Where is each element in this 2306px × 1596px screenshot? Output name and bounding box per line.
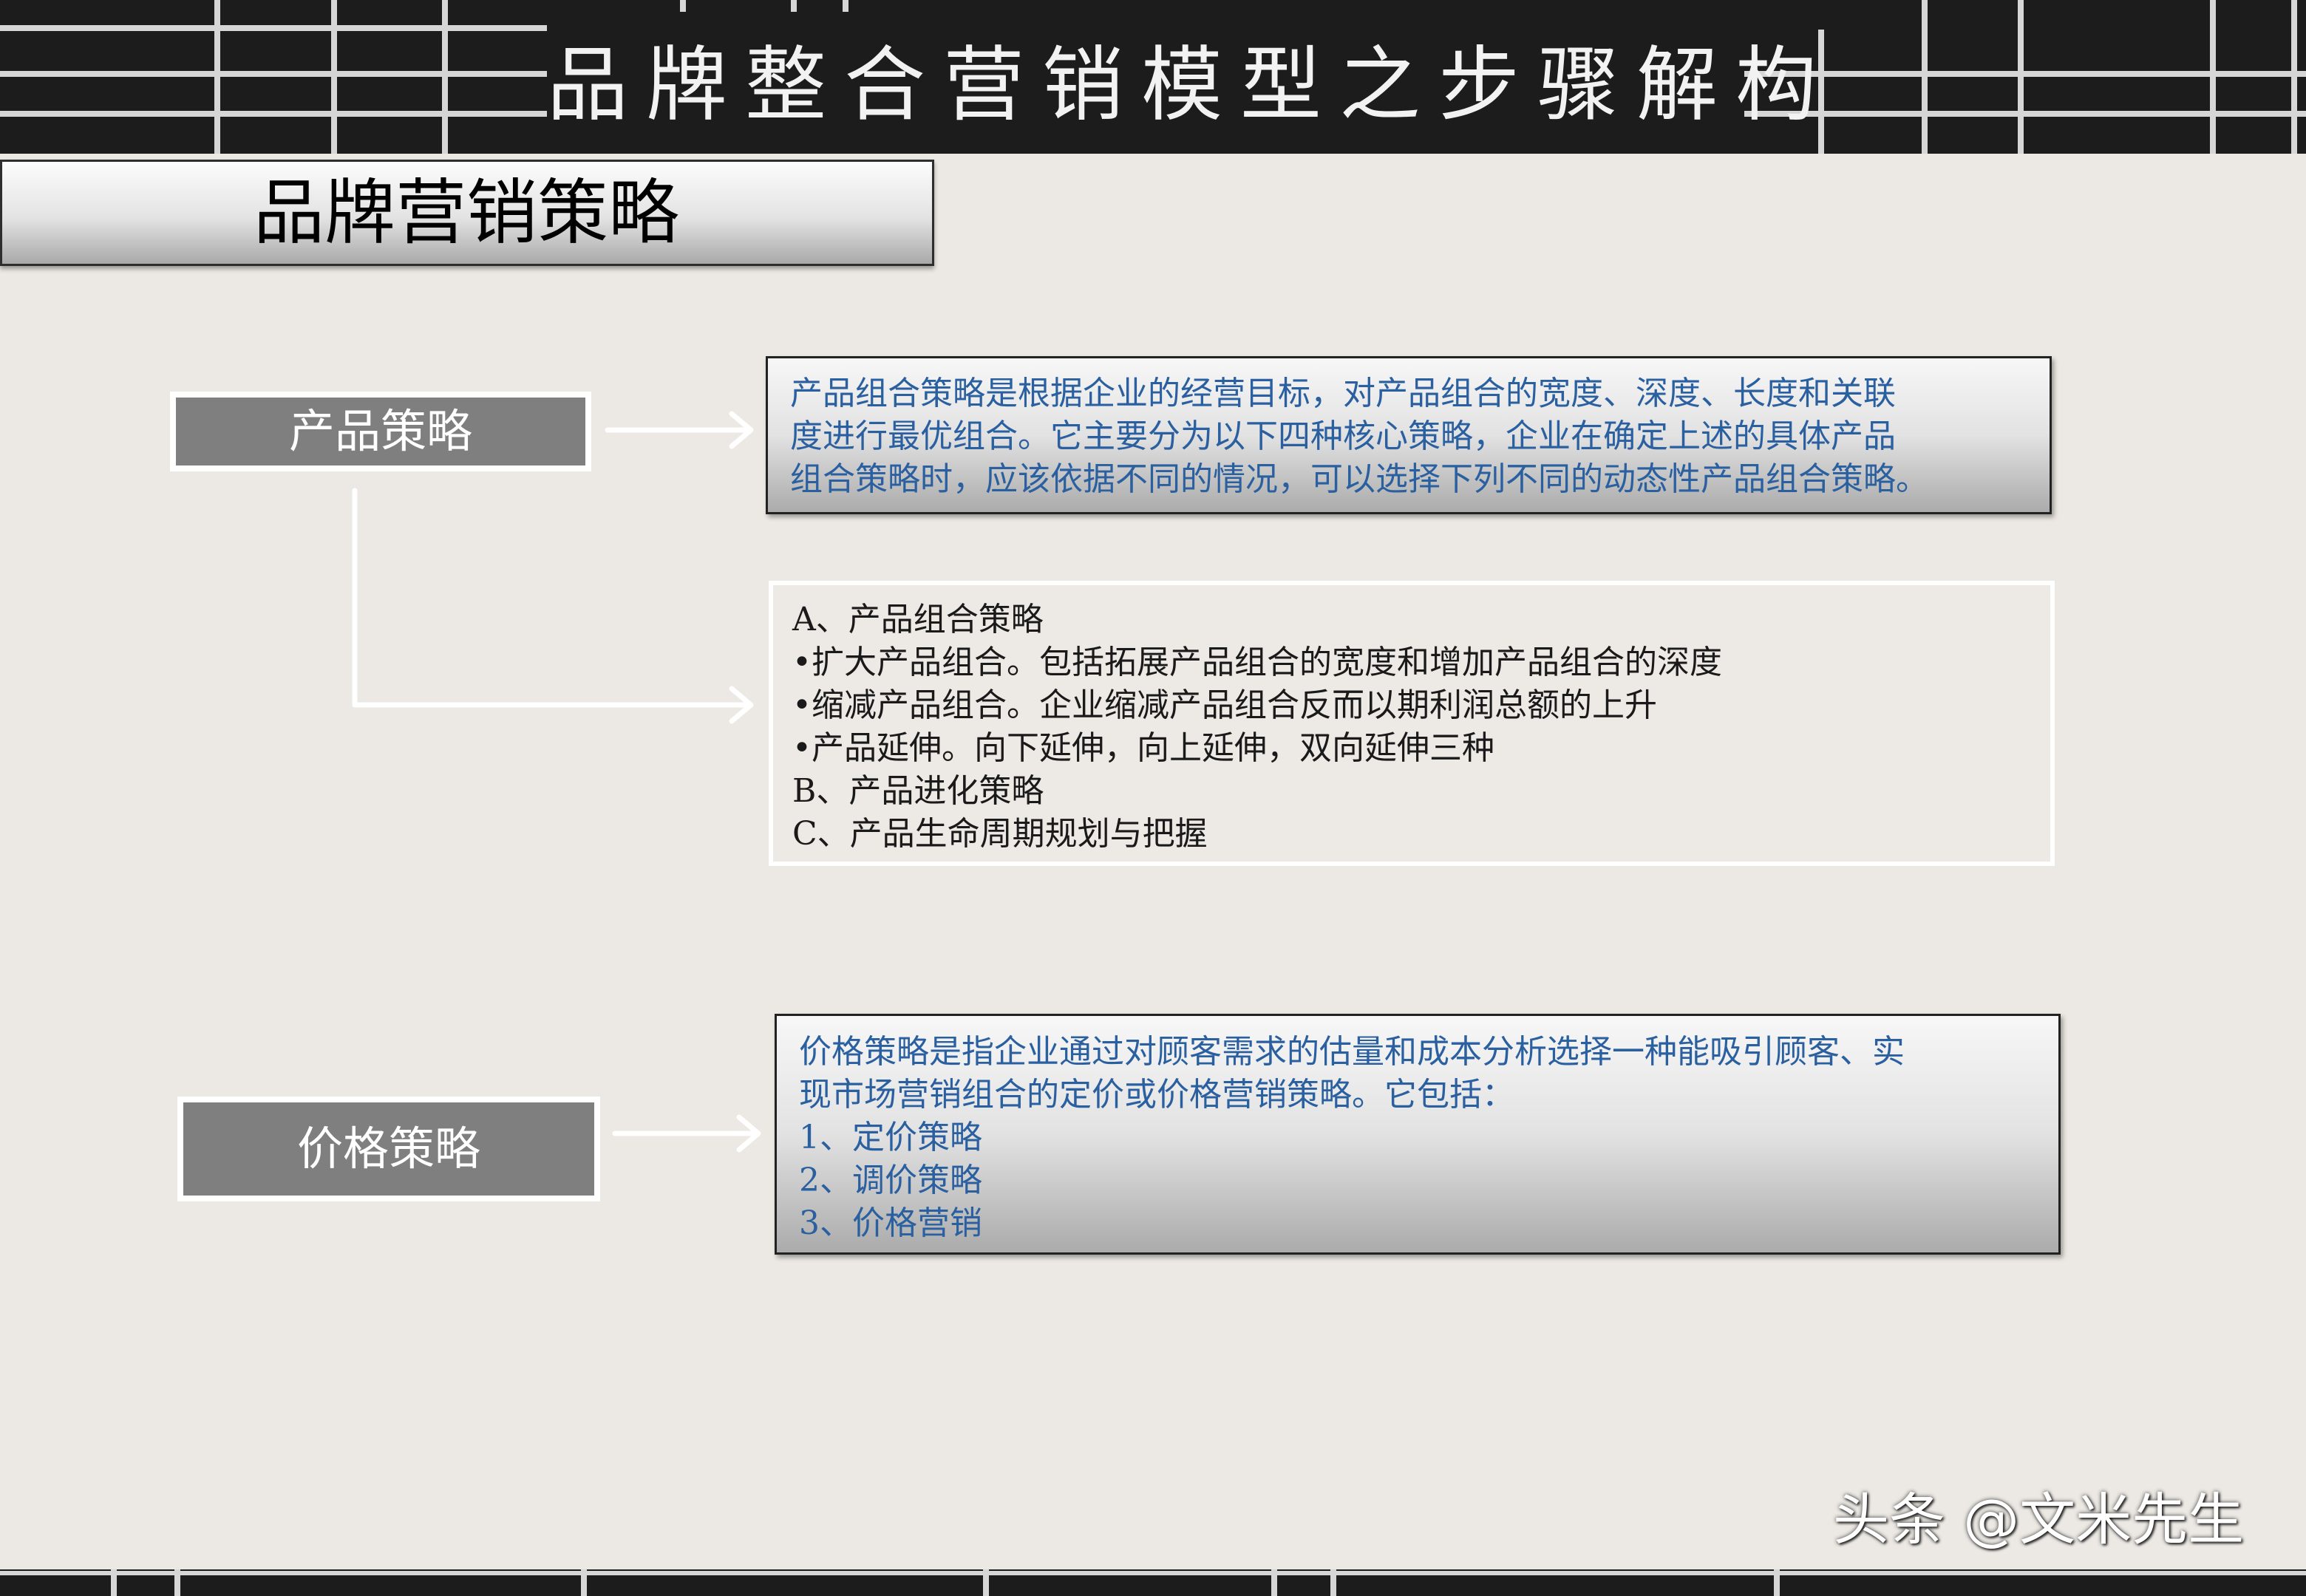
price-description-line: 2、调价策略: [799, 1162, 982, 1199]
product-description-line: 度进行最优组合。它主要分为以下四种核心策略，企业在确定上述的具体产品: [790, 417, 1896, 455]
footer-grid-line: [1774, 1569, 1780, 1596]
section-title-box: 品牌营销策略: [0, 160, 934, 266]
header-grid-line: [1922, 0, 1928, 154]
header-grid-line: [680, 0, 686, 12]
slide: 品牌整合营销模型之步骤解构 品牌营销策略 产品策略 产品组合策略是根据企业的经营…: [0, 0, 2306, 1596]
header-grid-line: [442, 0, 448, 154]
header-grid-line: [791, 0, 797, 12]
list-item: A、产品组合策略: [792, 601, 1044, 638]
arrow-product-to-list: [352, 488, 754, 724]
header-grid-line: [2210, 0, 2216, 154]
footer-grid-line: [1271, 1569, 1277, 1596]
arrow-product-to-description: [605, 411, 754, 449]
header-grid-line: [0, 71, 547, 77]
watermark: 头条 @文米先生: [1833, 1487, 2245, 1552]
header-grid-line: [843, 0, 848, 12]
price-strategy-label-text: 价格策略: [296, 1122, 480, 1176]
price-description-line: 3、价格营销: [799, 1204, 982, 1242]
arrow-price-to-description: [612, 1114, 761, 1153]
footer-band: [0, 1569, 2306, 1596]
product-description-line: 组合策略时，应该依据不同的情况，可以选择下列不同的动态性产品组合策略。: [790, 460, 1928, 498]
product-strategy-label: 产品策略: [170, 392, 591, 471]
list-item: •缩减产品组合。企业缩减产品组合反而以期利润总额的上升: [792, 686, 1657, 724]
footer-grid-line: [174, 1569, 180, 1596]
footer-grid-line: [1330, 1569, 1336, 1596]
price-description-line: 价格策略是指企业通过对顾客需求的估量和成本分析选择一种能吸引顾客、实: [799, 1033, 1905, 1071]
list-item: •扩大产品组合。包括拓展产品组合的宽度和增加产品组合的深度: [792, 644, 1722, 681]
header-title: 品牌整合营销模型之步骤解构: [547, 38, 1834, 132]
footer-grid-line: [581, 1569, 587, 1596]
product-description-box: 产品组合策略是根据企业的经营目标，对产品组合的宽度、深度、长度和关联 度进行最优…: [766, 356, 2052, 514]
header-grid-line: [2018, 0, 2024, 154]
header-grid-line: [0, 111, 547, 117]
footer-grid-line: [983, 1569, 989, 1596]
price-description-line: 现市场营销组合的定价或价格营销策略。它包括：: [799, 1076, 1514, 1114]
header-grid-line: [0, 25, 547, 31]
list-item: B、产品进化策略: [792, 772, 1044, 810]
price-strategy-label: 价格策略: [177, 1097, 600, 1201]
list-item: C、产品生命周期规划与把握: [792, 815, 1208, 853]
header-grid-line: [214, 0, 220, 154]
product-strategy-list: A、产品组合策略 •扩大产品组合。包括拓展产品组合的宽度和增加产品组合的深度 •…: [769, 581, 2055, 866]
price-description-box: 价格策略是指企业通过对顾客需求的估量和成本分析选择一种能吸引顾客、实 现市场营销…: [775, 1014, 2061, 1255]
section-title: 品牌营销策略: [254, 171, 679, 254]
product-strategy-label-text: 产品策略: [288, 404, 472, 458]
price-description-line: 1、定价策略: [799, 1119, 982, 1156]
footer-grid-line: [0, 1571, 2306, 1575]
list-item: •产品延伸。向下延伸，向上延伸，双向延伸三种: [792, 729, 1494, 767]
header-band: 品牌整合营销模型之步骤解构: [0, 0, 2306, 154]
footer-grid-line: [111, 1569, 117, 1596]
header-grid-line: [331, 0, 337, 154]
header-grid-line: [2291, 0, 2297, 154]
product-description-line: 产品组合策略是根据企业的经营目标，对产品组合的宽度、深度、长度和关联: [790, 375, 1896, 412]
